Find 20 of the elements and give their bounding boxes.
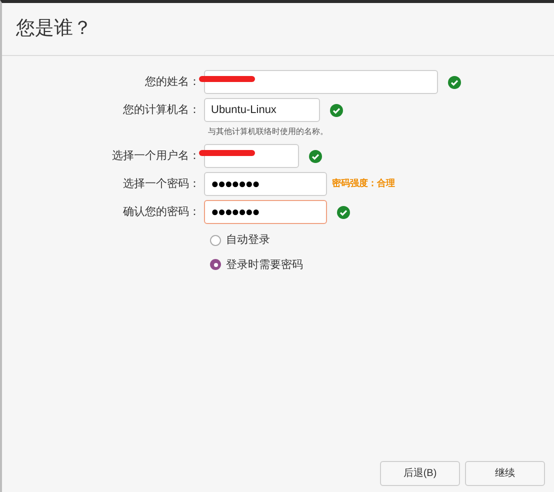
field-value: ●●●●●●● [211,175,259,194]
field-label: 选择一个用户名： [111,148,201,164]
field-label: 确认您的密码： [122,204,201,220]
wizard-button[interactable]: 继续 [465,461,545,486]
radio-label: 登录时需要密码 [226,258,303,272]
field-hint: 与其他计算机联络时使用的名称。 [208,126,329,138]
field-value: Ubuntu-Linux [211,102,276,118]
input-field[interactable]: ●●●●●●● [204,172,327,196]
password-strength: 密码强度：合理 [332,177,395,190]
input-field[interactable]: ●●●●●●● [204,200,327,224]
radio-button[interactable] [210,259,221,270]
field-value: ●●●●●●● [211,203,259,222]
input-field[interactable]: Ubuntu-Linux [204,98,320,122]
radio-button[interactable] [210,234,221,246]
window-title: 您是谁？ [16,16,92,41]
field-label: 您的姓名： [144,74,201,90]
field-label: 您的计算机名： [122,102,201,118]
wizard-button[interactable]: 后退(B) [380,461,460,486]
field-label: 选择一个密码： [122,176,201,192]
radio-label: 自动登录 [226,233,270,248]
